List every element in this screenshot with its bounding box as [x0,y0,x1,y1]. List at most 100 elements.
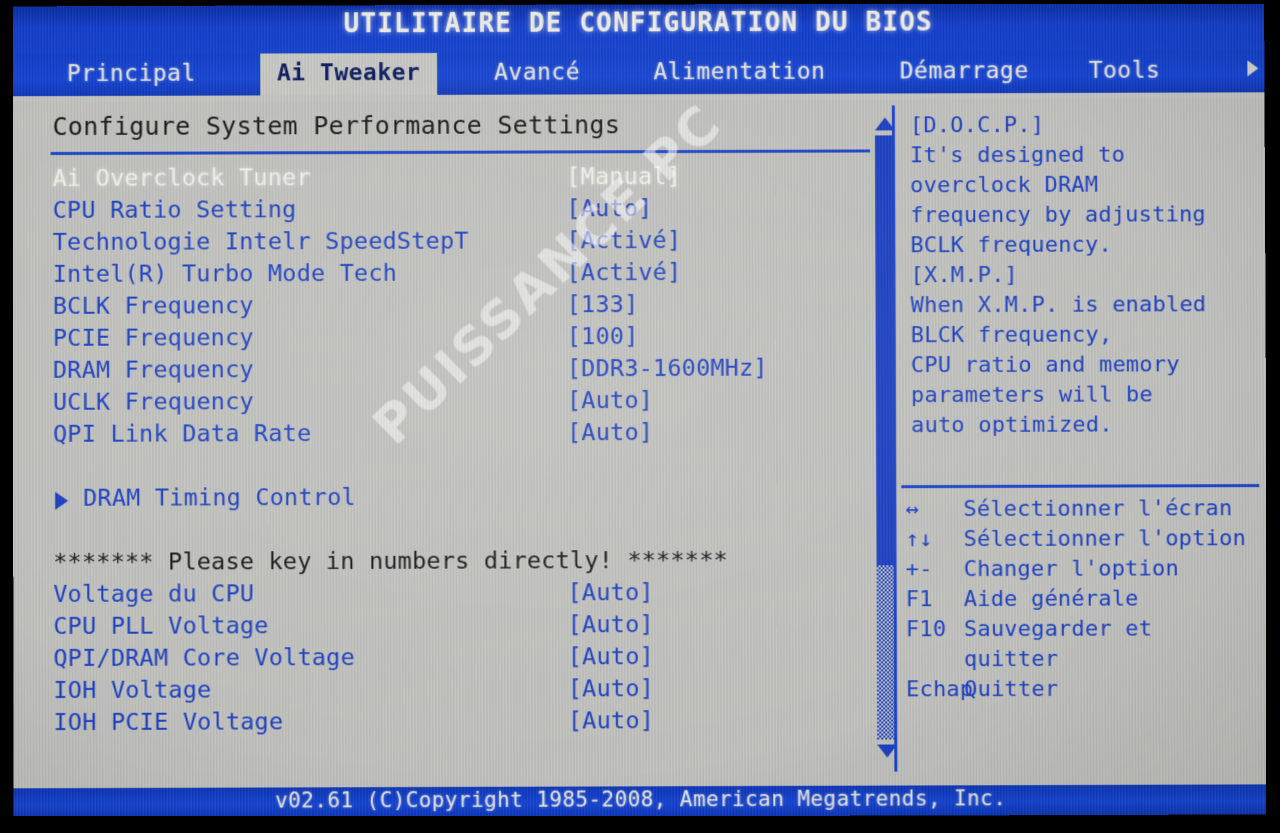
help-line: [D.O.C.P.] [910,110,1260,141]
setting-label: UCLK Frequency [53,387,254,416]
setting-label: QPI/DRAM Core Voltage [53,643,355,672]
legend-label: Sélectionner l'option [963,526,1246,552]
legend-row: ↑↓ Sélectionner l'option [905,526,1261,557]
setting-row-cpu-ratio-setting[interactable]: CPU Ratio Setting [Auto] [27,193,867,228]
setting-value[interactable]: [Auto] [567,386,653,414]
key-legend: ↔ Sélectionner l'écran ↑↓ Sélectionner l… [905,496,1262,707]
page-title: UTILITAIRE DE CONFIGURATION DU BIOS [12,6,1264,40]
heading-divider [51,149,870,155]
help-line: It's designed to [910,140,1260,171]
setting-value[interactable]: [DDR3-1600MHz] [567,354,768,383]
setting-value[interactable]: [Auto] [567,578,653,606]
help-line: parameters will be [911,380,1261,411]
bezel-right [1266,0,1280,833]
copyright-text: v02.61 (C)Copyright 1985-2008, American … [14,785,1268,813]
setting-value[interactable]: [Manual] [566,162,681,190]
setting-label: DRAM Frequency [53,355,254,384]
setting-row-qpi-link-data-rate[interactable]: QPI Link Data Rate [Auto] [27,417,867,452]
setting-label: CPU Ratio Setting [53,195,297,224]
legend-row: F10 Sauvegarder et [906,616,1262,647]
triangle-right-icon [55,492,68,510]
menu-tab-bar[interactable]: Principal Ai Tweaker Avancé Alimentation… [12,50,1264,96]
legend-label: Changer l'option [964,556,1179,582]
setting-label: Voltage du CPU [53,579,254,608]
legend-row: quitter [906,646,1262,677]
setting-row-speedstep[interactable]: Technologie Intelr SpeedStepT [Activé] [27,225,867,260]
tab-principal[interactable]: Principal [26,54,236,97]
tab-avance[interactable]: Avancé [462,52,612,94]
footer-bar: v02.61 (C)Copyright 1985-2008, American … [14,784,1268,818]
legend-label: Sauvegarder et [964,616,1152,642]
tab-tools[interactable]: Tools [1069,51,1179,93]
panel-heading: Configure System Performance Settings [53,110,621,141]
bezel-left [0,0,13,833]
setting-value[interactable]: [Activé] [566,226,681,254]
setting-label: CPU PLL Voltage [53,611,268,640]
tab-demarrage[interactable]: Démarrage [872,51,1057,94]
help-line: auto optimized. [911,410,1261,441]
setting-row-ioh-voltage[interactable]: IOH Voltage [Auto] [27,673,868,708]
arrows-horizontal-icon: ↔ [905,497,919,522]
legend-row: +- Changer l'option [906,556,1262,587]
crt-screen: UTILITAIRE DE CONFIGURATION DU BIOS Prin… [12,2,1268,818]
chevron-right-icon[interactable] [1247,60,1258,76]
setting-label: IOH PCIE Voltage [53,707,283,736]
setting-row-cpu-pll-voltage[interactable]: CPU PLL Voltage [Auto] [27,609,868,644]
f1-key-icon: F1 [906,587,933,612]
help-line: frequency by adjusting [910,200,1260,231]
settings-panel: Configure System Performance Settings Ai… [27,100,869,775]
setting-row-turbo-mode[interactable]: Intel(R) Turbo Mode Tech [Activé] [27,257,867,292]
legend-row: F1 Aide générale [906,586,1262,617]
setting-label: Technologie Intelr SpeedStepT [53,227,469,256]
settings-list: Ai Overclock Tuner [Manual] CPU Ratio Se… [27,161,869,740]
arrows-vertical-icon: ↑↓ [905,527,932,552]
setting-row-ai-overclock-tuner[interactable]: Ai Overclock Tuner [Manual] [27,161,867,196]
setting-label: IOH Voltage [53,676,211,705]
help-line: CPU ratio and memory [911,350,1261,381]
setting-value[interactable]: [Auto] [568,706,654,734]
bios-photo: UTILITAIRE DE CONFIGURATION DU BIOS Prin… [0,0,1280,833]
setting-label: PCIE Frequency [53,323,254,352]
help-text-block: [D.O.C.P.] It's designed to overclock DR… [910,110,1261,441]
setting-label: Ai Overclock Tuner [53,163,311,192]
setting-value[interactable]: [Auto] [566,194,652,222]
content-area: Configure System Performance Settings Ai… [13,98,1268,774]
setting-value[interactable]: [Auto] [567,418,653,446]
setting-label: QPI Link Data Rate [53,419,311,448]
setting-row-voltage-du-cpu[interactable]: Voltage du CPU [Auto] [27,577,867,612]
f10-key-icon: F10 [906,617,946,642]
submenu-label: DRAM Timing Control [83,483,356,512]
setting-row-bclk-frequency[interactable]: BCLK Frequency [133] [27,289,867,324]
plus-minus-key-icon: +- [906,557,933,582]
help-line: When X.M.P. is enabled [911,290,1261,321]
legend-row: Echap Quitter [906,676,1262,707]
help-line: BCLK frequency. [910,230,1260,261]
note-key-in-numbers: ******* Please key in numbers directly! … [27,545,867,580]
help-line: BLCK frequency, [911,320,1261,351]
legend-label: Quitter [964,677,1058,702]
setting-value[interactable]: [133] [567,290,639,318]
setting-row-pcie-frequency[interactable]: PCIE Frequency [100] [27,321,867,356]
setting-value[interactable]: [Auto] [568,610,654,638]
tab-alimentation[interactable]: Alimentation [632,52,847,95]
setting-value[interactable]: [Auto] [568,642,654,670]
title-bar: UTILITAIRE DE CONFIGURATION DU BIOS [12,2,1264,54]
help-line: overclock DRAM [910,170,1260,201]
setting-row-dram-frequency[interactable]: DRAM Frequency [DDR3-1600MHz] [27,353,867,388]
setting-value[interactable]: [100] [567,322,639,350]
submenu-row-dram-timing-control[interactable]: DRAM Timing Control [27,481,867,516]
setting-value[interactable]: [Activé] [567,258,682,286]
setting-label: Intel(R) Turbo Mode Tech [53,259,397,288]
note-text: ******* Please key in numbers directly! … [53,546,728,576]
bezel-top [0,0,1280,4]
setting-row-qpi-dram-core-voltage[interactable]: QPI/DRAM Core Voltage [Auto] [27,641,868,676]
tab-ai-tweaker[interactable]: Ai Tweaker [260,53,437,95]
help-line: [X.M.P.] [910,260,1260,291]
help-panel: [D.O.C.P.] It's designed to overclock DR… [896,98,1264,771]
setting-value[interactable]: [Auto] [568,674,654,702]
bezel-bottom [0,816,1280,833]
setting-row-uclk-frequency[interactable]: UCLK Frequency [Auto] [27,385,867,420]
row-spacer [27,513,867,548]
legend-label: quitter [964,647,1058,672]
setting-row-ioh-pcie-voltage[interactable]: IOH PCIE Voltage [Auto] [27,706,868,741]
